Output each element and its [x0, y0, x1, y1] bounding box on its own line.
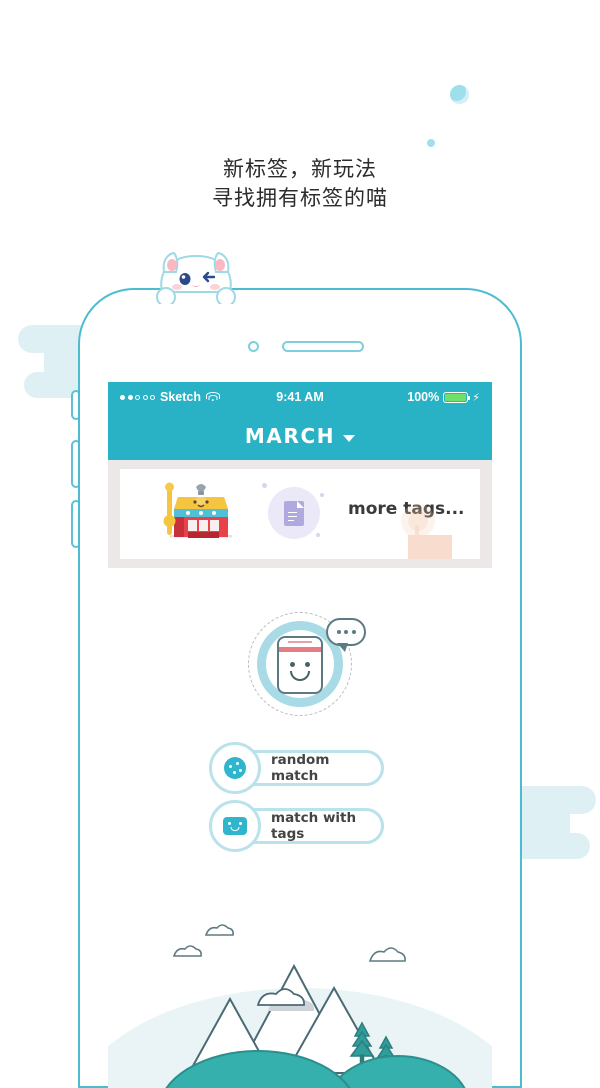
battery-icon — [443, 391, 471, 403]
bubble-large-icon — [450, 85, 469, 104]
page-root: 新标签，新玩法 寻找拥有标签的喵 Sketch 9:41 AM 100% ⚡ M… — [0, 0, 600, 1088]
banner-container: more tags... — [108, 460, 492, 568]
action-buttons: random match match with tags — [108, 742, 492, 852]
bubble-small-icon — [427, 139, 435, 147]
chevron-down-icon[interactable] — [343, 434, 356, 442]
sandcastle-illustration-icon — [388, 503, 474, 559]
carrier-label: Sketch — [160, 390, 201, 404]
match-with-tags-label: match with tags — [271, 810, 357, 842]
avatar-eye-right — [305, 662, 310, 667]
status-bar-left: Sketch — [120, 390, 276, 404]
status-bar-right: 100% ⚡ — [324, 390, 480, 404]
signal-strength-icon — [120, 394, 155, 400]
battery-percent-label: 100% — [407, 390, 440, 404]
headline-line-2: 寻找拥有标签的喵 — [212, 186, 388, 210]
random-match-icon-knob — [209, 742, 261, 794]
sparkle-icon — [262, 483, 267, 488]
status-bar: Sketch 9:41 AM 100% ⚡ — [108, 382, 492, 412]
avatar[interactable] — [277, 636, 323, 694]
phone-screen: Sketch 9:41 AM 100% ⚡ MARCH more tags...… — [108, 382, 492, 1088]
speech-bubble-icon — [326, 618, 366, 652]
month-title[interactable]: MARCH — [245, 424, 335, 448]
random-match-button[interactable]: random match — [209, 742, 384, 794]
more-tags-banner[interactable]: more tags... — [120, 469, 480, 559]
ball-icon — [224, 757, 246, 779]
avatar-area — [108, 604, 492, 734]
document-icon-circle — [268, 487, 320, 539]
page-title: 新标签，新玩法 寻找拥有标签的喵 — [0, 155, 600, 213]
clock-label: 9:41 AM — [276, 390, 324, 404]
charging-icon: ⚡ — [472, 391, 480, 404]
random-match-label: random match — [271, 752, 330, 784]
document-icon — [284, 500, 304, 526]
avatar-smile — [290, 671, 310, 681]
speaker-grille-icon — [282, 341, 364, 352]
sparkle-icon — [316, 533, 320, 537]
building-illustration-icon — [162, 475, 240, 553]
match-with-tags-button[interactable]: match with tags — [209, 800, 384, 852]
tag-face-icon — [223, 817, 247, 835]
match-with-tags-icon-knob — [209, 800, 261, 852]
nav-bar: MARCH — [108, 412, 492, 460]
mountain-landscape — [108, 913, 492, 1088]
camera-icon — [248, 341, 259, 352]
cat-mascot-icon — [148, 246, 244, 304]
wifi-icon — [205, 392, 220, 402]
headline-line-1: 新标签，新玩法 — [223, 157, 377, 181]
sparkle-icon — [320, 493, 324, 497]
avatar-eye-left — [290, 662, 295, 667]
